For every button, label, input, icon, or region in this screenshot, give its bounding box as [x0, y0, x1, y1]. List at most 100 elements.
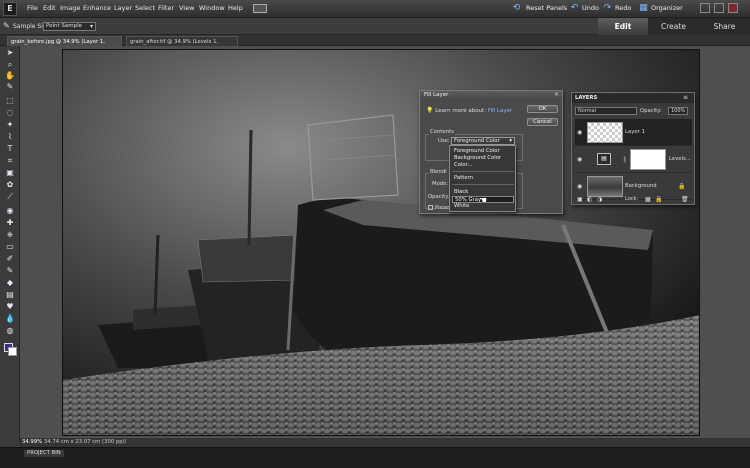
type-tool-icon[interactable]: T — [4, 144, 16, 154]
use-select[interactable]: Foreground Color ▾ — [451, 137, 515, 145]
cancel-button[interactable]: Cancel — [527, 118, 558, 126]
brush-tool-icon[interactable]: ✐ — [4, 254, 16, 264]
preserve-transparency-checkbox[interactable] — [428, 205, 433, 210]
tab-create[interactable]: Create — [648, 18, 699, 35]
close-window-icon[interactable] — [728, 3, 738, 13]
lock-icon: 🔒 — [678, 183, 686, 190]
doc-tab-grain-after[interactable]: grain_after.tif @ 34.9% (Levels 1, Layer… — [126, 36, 238, 55]
option-foreground-color[interactable]: Foreground Color — [452, 148, 514, 155]
move-tool-icon[interactable]: ➤ — [4, 48, 16, 58]
straighten-tool-icon[interactable]: ⟋ — [4, 192, 16, 202]
panel-menu-icon[interactable]: ≡ — [683, 94, 688, 101]
help-icon[interactable] — [700, 3, 710, 13]
document-tabs: grain_before.jpg @ 34.9% (Layer 1, RGB/8… — [0, 35, 750, 55]
menu-view[interactable]: View — [179, 4, 194, 12]
lasso-tool-icon[interactable]: ◌ — [4, 108, 16, 118]
layer-name: Background — [625, 183, 657, 189]
option-separator — [452, 171, 514, 172]
gradient-tool-icon[interactable]: ▤ — [4, 290, 16, 300]
blend-mode-select[interactable]: Normal — [575, 107, 637, 115]
document-size: 34.74 cm x 23.07 cm (300 ppi) — [44, 439, 127, 445]
visibility-eye-icon[interactable]: ◉ — [577, 156, 582, 163]
magic-wand-tool-icon[interactable]: ✦ — [4, 120, 16, 130]
eyedropper-tool-icon[interactable]: ✎ — [4, 82, 16, 92]
new-layer-icon[interactable]: ▣ — [577, 196, 583, 203]
blur-tool-icon[interactable]: 💧 — [4, 314, 16, 324]
trash-icon[interactable]: 🗑 — [681, 196, 689, 203]
layer-thumbnail — [587, 176, 623, 197]
layer-name: Layer 1 — [625, 129, 645, 135]
redo-button[interactable]: Redo — [615, 4, 631, 12]
shape-tool-icon[interactable]: ♥ — [4, 302, 16, 312]
menu-image[interactable]: Image — [60, 4, 80, 12]
app-logo: E — [3, 2, 17, 16]
menu-enhance[interactable]: Enhance — [83, 4, 111, 12]
menu-file[interactable]: File — [27, 4, 38, 12]
toolbox: ➤ ⌕ ✋ ✎ ⬚ ◌ ✦ ⌇ T ⌗ ▣ ✿ ⟋ ◉ ✚ ⎈ ▭ ✐ ✎ ◆ … — [0, 46, 20, 444]
lock-label: Lock: — [625, 196, 639, 202]
option-background-color[interactable]: Background Color — [452, 155, 514, 162]
organizer-button[interactable]: Organizer — [651, 4, 683, 12]
option-pattern[interactable]: Pattern — [452, 175, 514, 182]
status-bar: 34.99% 34.74 cm x 23.07 cm (300 ppi) — [20, 438, 750, 447]
layer-row[interactable]: ◉ ▤ ∥ Levels... — [575, 146, 692, 173]
clone-stamp-tool-icon[interactable]: ⎈ — [4, 230, 16, 240]
zoom-tool-icon[interactable]: ⌕ — [4, 60, 16, 70]
option-separator — [452, 184, 514, 185]
undo-button[interactable]: Undo — [582, 4, 599, 12]
selection-brush-tool-icon[interactable]: ⌇ — [4, 132, 16, 142]
visibility-eye-icon[interactable]: ◉ — [577, 183, 582, 190]
cookie-cutter-tool-icon[interactable]: ✿ — [4, 180, 16, 190]
doc-tab-grain-before[interactable]: grain_before.jpg @ 34.9% (Layer 1, RGB/8… — [7, 36, 122, 55]
menu-filter[interactable]: Filter — [158, 4, 174, 12]
menu-select[interactable]: Select — [135, 4, 155, 12]
reset-panels-button[interactable]: Reset Panels — [526, 4, 567, 12]
option-black[interactable]: Black — [452, 189, 514, 196]
close-icon[interactable]: × — [554, 91, 559, 98]
background-color-swatch[interactable] — [8, 347, 17, 356]
project-bin-toggle[interactable]: PROJECT BIN — [24, 450, 64, 457]
smart-brush-tool-icon[interactable]: ✎ — [4, 266, 16, 276]
fill-layer-icon[interactable]: ◑ — [597, 196, 602, 203]
ok-button[interactable]: OK — [527, 105, 558, 113]
option-color[interactable]: Color... — [452, 162, 514, 169]
opacity-label: Opacity: — [428, 194, 450, 200]
dialog-title-bar[interactable]: Fill Layer × — [420, 91, 562, 100]
menu-window[interactable]: Window — [199, 4, 225, 12]
menu-help[interactable]: Help — [228, 4, 243, 12]
redo-icon: ↷ — [603, 3, 612, 13]
reset-panels-icon: ⟲ — [512, 3, 521, 13]
lock-all-icon[interactable]: 🔒 — [655, 196, 662, 203]
layers-panel-header[interactable]: LAYERS ≡ — [572, 93, 694, 103]
marquee-tool-icon[interactable]: ⬚ — [4, 96, 16, 106]
layer-row[interactable]: ◉ Layer 1 — [575, 119, 692, 146]
crop-tool-icon[interactable]: ⌗ — [4, 156, 16, 166]
recompose-tool-icon[interactable]: ▣ — [4, 168, 16, 178]
spot-healing-tool-icon[interactable]: ✚ — [4, 218, 16, 228]
hand-tool-icon[interactable]: ✋ — [4, 71, 16, 81]
layout-button[interactable] — [253, 4, 267, 13]
sample-size-select[interactable]: Point Sample — [43, 22, 96, 31]
organizer-icon: ▦ — [639, 3, 648, 13]
lock-transparency-icon[interactable]: ▦ — [645, 196, 651, 203]
paint-bucket-tool-icon[interactable]: ◆ — [4, 278, 16, 288]
menu-layer[interactable]: Layer — [114, 4, 132, 12]
tab-share[interactable]: Share — [699, 18, 750, 35]
adjustment-layer-icon[interactable]: ◐ — [587, 196, 592, 203]
menu-bar: E File Edit Image Enhance Layer Select F… — [0, 0, 750, 18]
visibility-eye-icon[interactable]: ◉ — [577, 129, 582, 136]
tab-edit[interactable]: Edit — [598, 18, 648, 35]
minimize-icon[interactable] — [714, 3, 724, 13]
sponge-tool-icon[interactable]: ◍ — [4, 326, 16, 336]
layer-mask-thumbnail — [630, 149, 666, 170]
eraser-tool-icon[interactable]: ▭ — [4, 242, 16, 252]
learn-more-link[interactable]: Fill Layer — [488, 108, 512, 114]
red-eye-tool-icon[interactable]: ◉ — [4, 206, 16, 216]
layers-panel-footer: ▣ ◐ ◑ Lock: ▦ 🔒 🗑 — [575, 196, 692, 204]
contents-label: Contents — [429, 129, 455, 135]
menu-edit[interactable]: Edit — [43, 4, 56, 12]
layer-opacity-input[interactable]: 100% — [668, 107, 688, 115]
options-bar: ✎ Sample Size: Point Sample — [0, 18, 598, 35]
link-chain-icon[interactable]: ∥ — [623, 156, 626, 163]
zoom-level[interactable]: 34.99% — [22, 438, 42, 447]
